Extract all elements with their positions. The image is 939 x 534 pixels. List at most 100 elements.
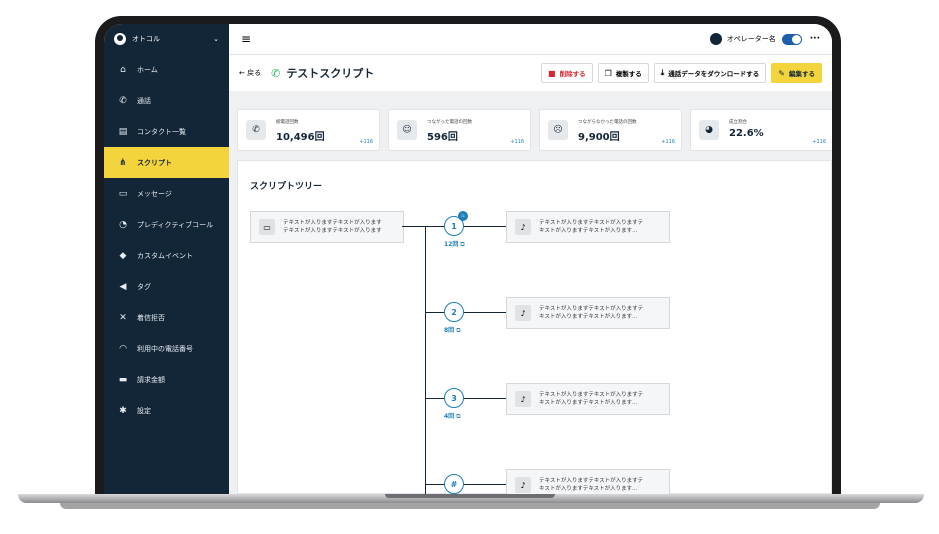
main-area: ≡ オペレーター名 ··· ← 戻る ✆ テストスクリプト ■ 削除する ❐ 複製す… [229, 24, 832, 494]
stats-row: ✆ 総電話回数 10,496回 +116 ☺ つながった電話の回数 596回 +116 ☹ つなが… [237, 109, 832, 151]
stat-delta: +116 [661, 139, 675, 145]
message-icon: ▭ [118, 188, 128, 199]
root-text-line: テキストが入りますテキストが入ります [283, 220, 382, 226]
sidebar-item[interactable]: ✆ 通話 [104, 85, 229, 116]
branch-node[interactable]: ♪ テキストが入りますテキストが入りますテ キストが入りますテキストが入ります... [506, 469, 670, 494]
sidebar: オトコル ⌄ ⌂ ホーム ✆ 通話 ▤ コンタクト一覧 ⋔ スクリプト ▭ メッセージ ◔ プレディク… [104, 24, 229, 494]
stat-delta: +116 [510, 139, 524, 145]
back-link[interactable]: ← 戻る [239, 68, 261, 78]
sidebar-item[interactable]: ◆ カスタムイベント [104, 240, 229, 271]
download-icon: ⤓ [660, 68, 665, 77]
branch-text-line: テキストが入りますテキストが入りますテ [539, 306, 644, 312]
branch-number[interactable]: 3 [444, 388, 464, 408]
branch-node[interactable]: ♪ テキストが入りますテキストが入りますテ キストが入りますテキストが入ります... [506, 211, 670, 243]
script-icon: ⋔ [119, 157, 127, 168]
sidebar-item[interactable]: ▬ 請求金額 [104, 364, 229, 395]
branch-node[interactable]: ♪ テキストが入りますテキストが入りますテ キストが入りますテキストが入ります... [506, 297, 670, 329]
sidebar-item[interactable]: ⋔ スクリプト [104, 147, 229, 178]
home-icon: ⌂ [120, 64, 126, 75]
root-node[interactable]: ▭ テキストが入りますテキストが入ります テキストが入りますテキストが入ります [250, 211, 404, 243]
chevron-down-icon: ⌄ [213, 35, 219, 43]
sidebar-item[interactable]: ⌂ ホーム [104, 54, 229, 85]
laptop-shadow [60, 503, 880, 509]
stat-delta: +116 [359, 139, 373, 145]
sidebar-item[interactable]: ▤ コンタクト一覧 [104, 116, 229, 147]
account-switcher[interactable]: オトコル ⌄ [104, 24, 229, 54]
branch-count-link[interactable]: 4回 ⧉ [444, 411, 460, 421]
branch-number[interactable]: # [444, 474, 464, 494]
phone-icon: ✆ [246, 120, 266, 140]
branch-count-link[interactable]: 12回 ⧉ [444, 239, 465, 249]
download-button[interactable]: ⤓ 通話データをダウンロードする [653, 63, 767, 83]
stat-label: つながった電話の回数 [427, 120, 472, 125]
sidebar-item[interactable]: ▭ メッセージ [104, 178, 229, 209]
sidebar-item-label: タグ [137, 282, 151, 291]
page-title: テストスクリプト [286, 67, 375, 80]
stat-delta: +116 [812, 139, 826, 145]
smile-icon: ☺ [397, 120, 417, 140]
account-name: オトコル [132, 35, 160, 43]
edit-label: 編集する [789, 70, 815, 78]
sidebar-item[interactable]: ◀ タグ [104, 271, 229, 302]
stat-value: 9,900回 [578, 132, 620, 143]
download-label: 通話データをダウンロードする [668, 70, 760, 78]
branch-text-line: テキストが入りますテキストが入りますテ [539, 478, 644, 484]
branch-node[interactable]: ♪ テキストが入りますテキストが入りますテ キストが入りますテキストが入ります... [506, 383, 670, 415]
connector-line [425, 312, 506, 313]
duplicate-label: 複製する [615, 70, 642, 78]
sidebar-item-label: 通話 [137, 96, 151, 105]
account-avatar-icon [114, 33, 126, 45]
external-link-icon: ⧉ [460, 241, 465, 248]
edit-button[interactable]: ✎ 編集する [771, 63, 822, 83]
operator-menu: オペレーター名 ··· [709, 33, 820, 45]
status-toggle[interactable] [781, 33, 802, 45]
delete-label: 削除する [559, 70, 586, 78]
operator-name: オペレーター名 [726, 35, 776, 43]
delete-button[interactable]: ■ 削除する [541, 63, 593, 83]
trash-icon: ■ [548, 68, 556, 78]
branch-number[interactable]: 2 [444, 302, 464, 322]
sidebar-item[interactable]: ◔ プレディクティブコール [104, 209, 229, 240]
branch-node-text: テキストが入りますテキストが入りますテ キストが入りますテキストが入ります... [539, 391, 643, 407]
duplicate-button[interactable]: ❐ 複製する [597, 63, 649, 83]
sidebar-item[interactable]: ✱ 設定 [104, 395, 229, 426]
app-screen: オトコル ⌄ ⌂ ホーム ✆ 通話 ▤ コンタクト一覧 ⋔ スクリプト ▭ メッセージ ◔ プレディク… [104, 24, 832, 494]
sidebar-item-label: 利用中の電話番号 [137, 344, 193, 353]
predictive-call-icon: ◔ [119, 219, 127, 230]
frown-icon: ☹ [548, 120, 568, 140]
stat-card: ◕ 成立割合 22.6% +116 [690, 109, 832, 151]
branch-count: 4回 [444, 413, 455, 420]
external-link-icon: ⧉ [456, 327, 461, 334]
more-options-icon[interactable]: ··· [810, 34, 820, 44]
root-text-line: テキストが入りますテキストが入ります [283, 228, 382, 234]
branch-node-text: テキストが入りますテキストが入りますテ キストが入りますテキストが入ります... [539, 219, 643, 235]
sidebar-item[interactable]: ✕ 着信拒否 [104, 302, 229, 333]
external-link-icon: ⧉ [456, 413, 461, 420]
stat-value: 22.6% [729, 128, 764, 139]
phone-number-icon: ◠ [119, 343, 127, 354]
branch-node-text: テキストが入りますテキストが入りますテ キストが入りますテキストが入ります... [539, 305, 643, 321]
sidebar-item-label: 設定 [137, 406, 151, 415]
message-icon: ▭ [259, 219, 275, 235]
script-tree-panel: スクリプトツリー ▭ テキストが入りますテキストが入ります テキストが入りますテ… [237, 160, 832, 494]
gear-icon: ✱ [119, 405, 127, 416]
connector-line [402, 226, 426, 227]
copy-icon: ❐ [604, 68, 612, 78]
root-node-text: テキストが入りますテキストが入ります テキストが入りますテキストが入ります [283, 219, 382, 235]
connector-line [425, 226, 506, 227]
call-block-icon: ✕ [119, 312, 127, 323]
branch-text-line: キストが入りますテキストが入ります... [539, 486, 638, 492]
sidebar-item-label: カスタムイベント [137, 251, 193, 260]
phone-outgoing-icon: ✆ [271, 66, 281, 80]
branch-text-line: テキストが入りますテキストが入りますテ [539, 220, 644, 226]
stat-value: 10,496回 [276, 132, 325, 143]
connector-line [425, 398, 506, 399]
hamburger-menu-icon[interactable]: ≡ [241, 32, 251, 46]
sidebar-item-label: スクリプト [137, 158, 172, 167]
sidebar-item-label: コンタクト一覧 [137, 127, 186, 136]
connector-line [425, 484, 506, 485]
branch-count-link[interactable]: 8回 ⧉ [444, 325, 460, 335]
stat-card: ☹ つながらなかった電話の回数 9,900回 +116 [539, 109, 682, 151]
flame-badge-icon: ♨ [458, 211, 468, 221]
sidebar-item[interactable]: ◠ 利用中の電話番号 [104, 333, 229, 364]
